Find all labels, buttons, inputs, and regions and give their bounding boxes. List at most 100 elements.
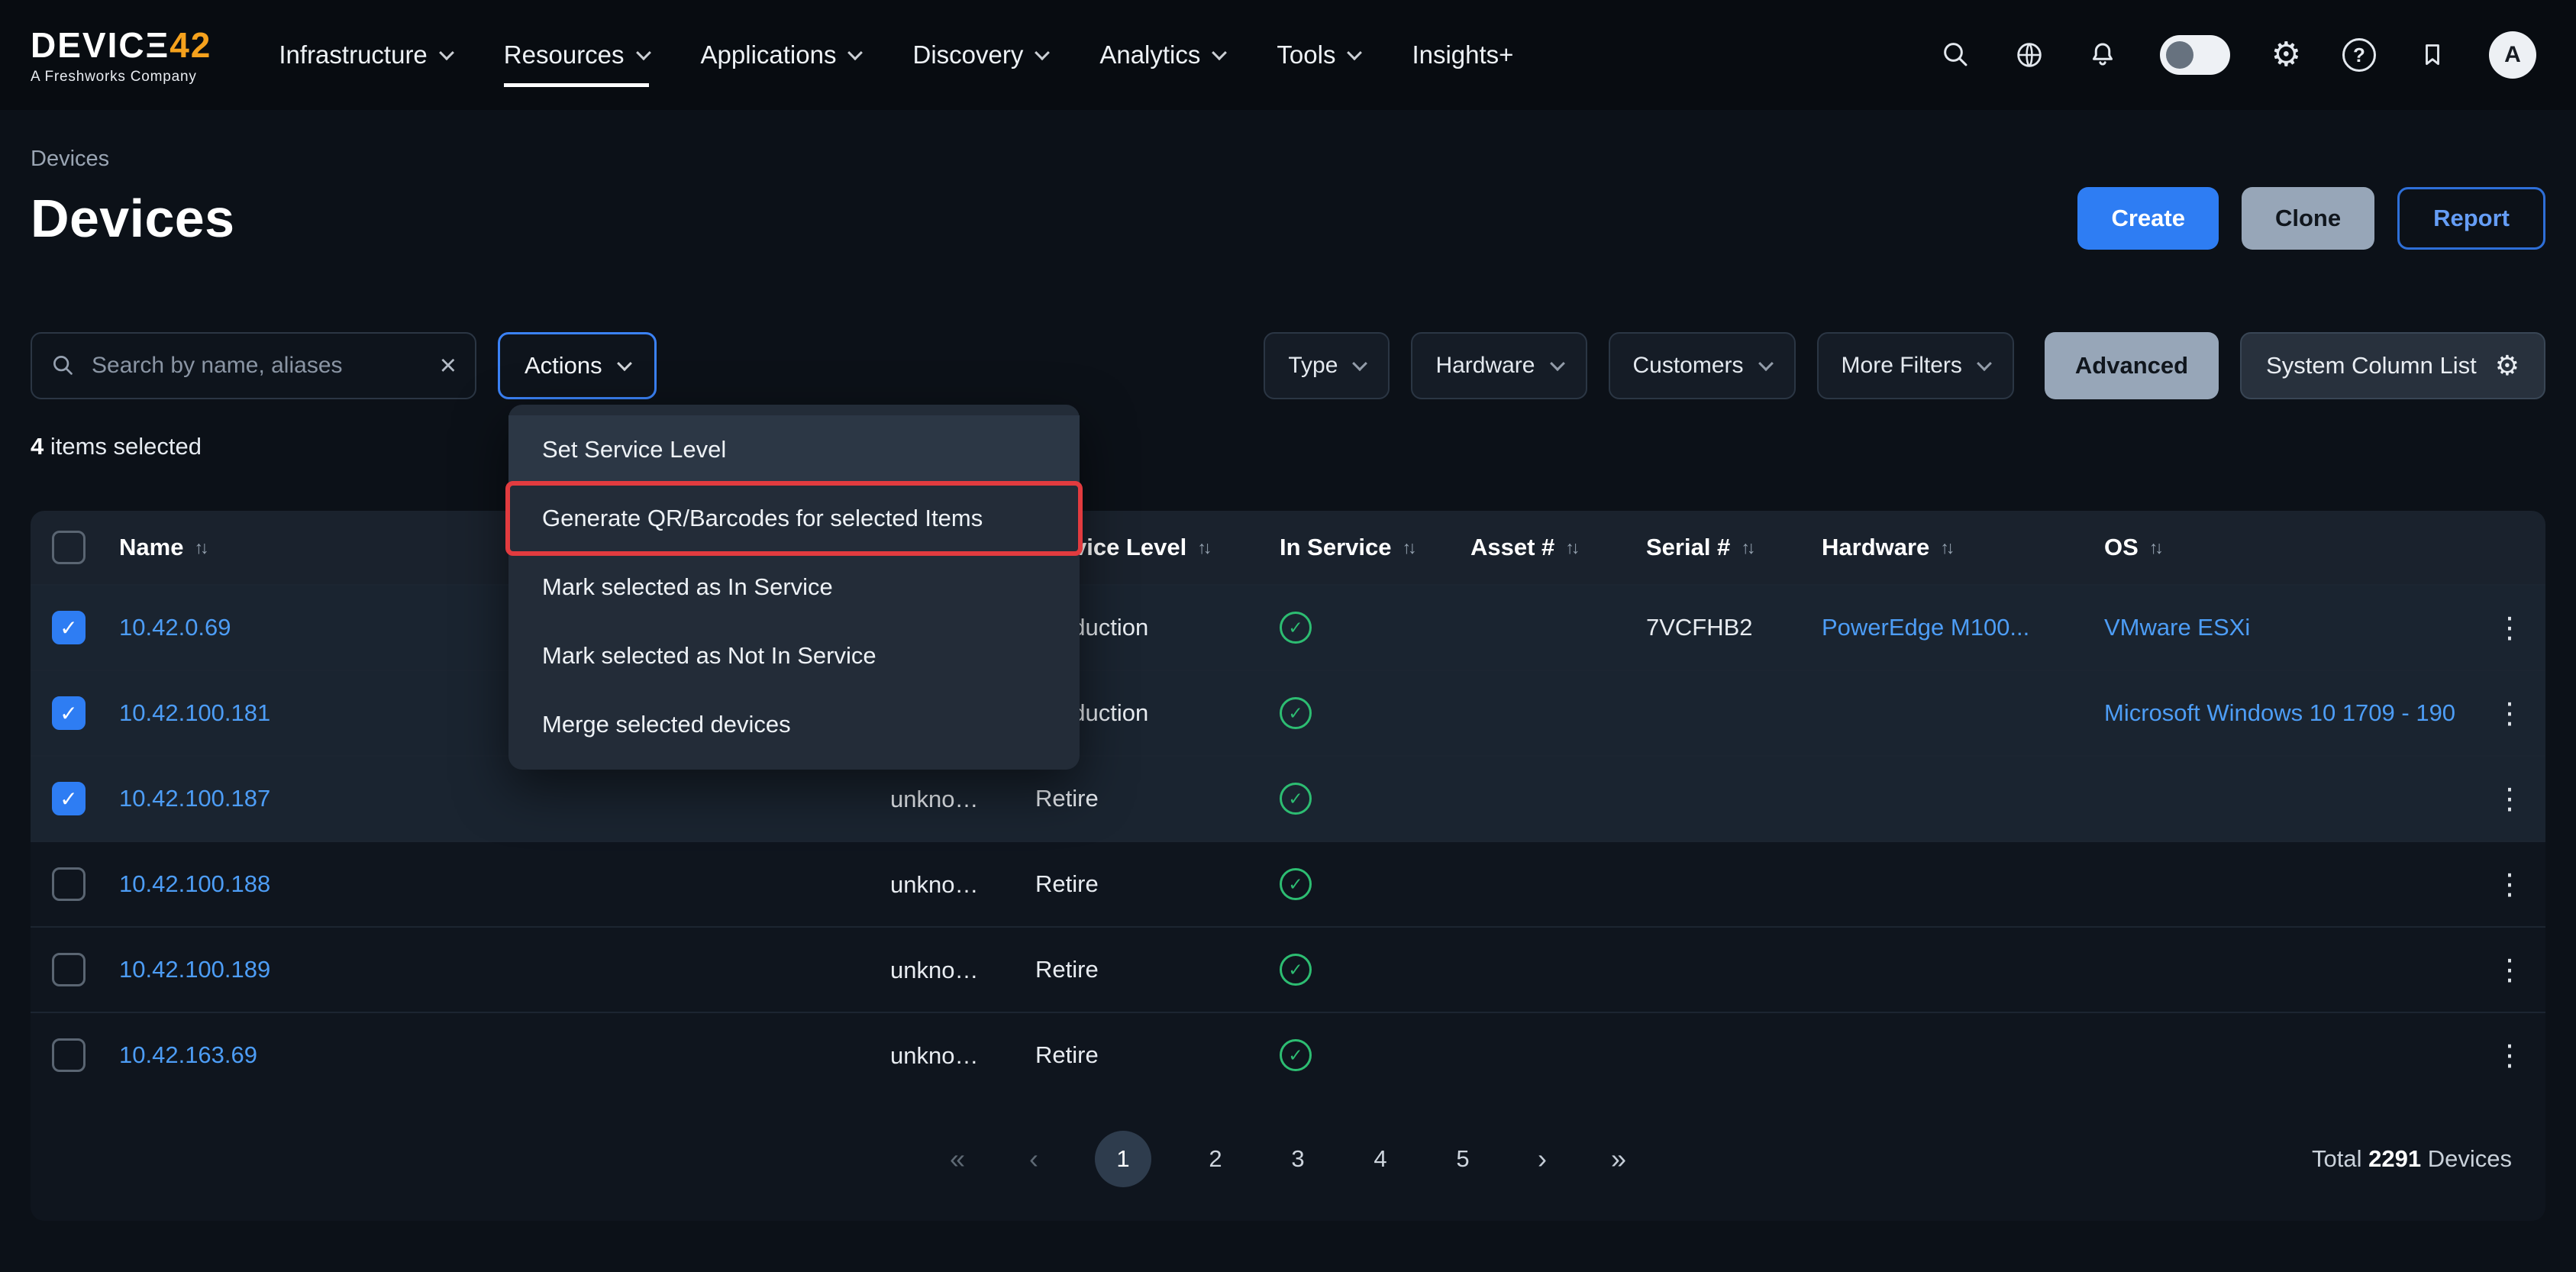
pagination-page-2[interactable]: 2 — [1197, 1145, 1234, 1173]
kebab-menu-icon[interactable]: ⋮ — [2486, 867, 2533, 902]
column-header-os[interactable]: OS↑↓ — [2092, 511, 2474, 584]
page-title: Devices — [31, 188, 234, 249]
device-name-link[interactable]: 10.42.163.69 — [119, 1041, 257, 1069]
system-column-list-button[interactable]: System Column List ⚙ — [2240, 332, 2545, 399]
globe-icon[interactable] — [2013, 39, 2045, 71]
nav-item-tools[interactable]: Tools — [1277, 0, 1360, 110]
row-checkbox[interactable]: ✓ — [52, 611, 86, 644]
kebab-menu-icon[interactable]: ⋮ — [2486, 782, 2533, 816]
nav-item-discovery[interactable]: Discovery — [912, 0, 1048, 110]
in-service-check-icon: ✓ — [1280, 954, 1312, 986]
pagination-last[interactable]: » — [1603, 1143, 1634, 1175]
hardware-link[interactable]: PowerEdge M100... — [1822, 614, 2029, 641]
device-name-link[interactable]: 10.42.100.189 — [119, 956, 270, 983]
breadcrumb[interactable]: Devices — [31, 147, 2545, 172]
header-checkbox-cell — [31, 511, 107, 584]
bookmark-icon[interactable] — [2417, 40, 2448, 70]
chevron-down-icon — [848, 45, 864, 60]
device-name-link[interactable]: 10.42.100.188 — [119, 870, 270, 898]
column-header-hardware[interactable]: Hardware↑↓ — [1809, 511, 2092, 584]
search-input[interactable] — [92, 353, 424, 379]
theme-toggle[interactable] — [2160, 35, 2230, 75]
pagination-next[interactable]: › — [1527, 1143, 1558, 1175]
nav-item-analytics[interactable]: Analytics — [1099, 0, 1225, 110]
hardware-cell: PowerEdge M100... — [1809, 586, 2092, 670]
table-header-row: Name↑↓Type↑↓Service Level↑↓In Service↑↓A… — [31, 511, 2545, 584]
pagination-prev[interactable]: ‹ — [1018, 1143, 1049, 1175]
kebab-menu-icon[interactable]: ⋮ — [2486, 696, 2533, 731]
notifications-bell-icon[interactable] — [2087, 39, 2119, 71]
device42-logo[interactable]: DEVICΞ42 A Freshworks Company — [31, 24, 211, 86]
help-icon[interactable]: ? — [2342, 38, 2376, 72]
settings-gear-icon[interactable]: ⚙ — [2271, 38, 2301, 72]
select-all-checkbox[interactable] — [52, 531, 86, 564]
create-button[interactable]: Create — [2077, 187, 2219, 250]
pagination-page-3[interactable]: 3 — [1280, 1145, 1316, 1173]
row-checkbox[interactable] — [52, 867, 86, 901]
toggle-knob — [2166, 41, 2193, 69]
user-avatar[interactable]: A — [2489, 31, 2536, 79]
row-checkbox[interactable] — [52, 1038, 86, 1072]
type-cell: unknown — [878, 928, 1023, 1012]
filter-hardware[interactable]: Hardware — [1411, 332, 1587, 399]
name-cell: 10.42.100.188 — [107, 842, 878, 926]
table-row: ✓10.42.100.181Production✓Microsoft Windo… — [31, 670, 2545, 755]
logo-e-glyph: Ξ — [146, 25, 170, 65]
column-header-serial[interactable]: Serial #↑↓ — [1634, 511, 1809, 584]
row-checkbox-cell: ✓ — [31, 757, 107, 841]
pagination-bar: «‹12345›» Total 2291 Devices — [31, 1097, 2545, 1221]
pagination-page-4[interactable]: 4 — [1362, 1145, 1399, 1173]
menu-item-mark-selected-as-in-service[interactable]: Mark selected as In Service — [508, 553, 1080, 621]
filter-type[interactable]: Type — [1264, 332, 1390, 399]
row-checkbox[interactable] — [52, 953, 86, 986]
nav-item-infrastructure[interactable]: Infrastructure — [279, 0, 451, 110]
in-service-cell: ✓ — [1267, 842, 1458, 926]
logo-tagline: A Freshworks Company — [31, 69, 211, 86]
advanced-button[interactable]: Advanced — [2045, 332, 2219, 399]
chevron-down-icon — [1550, 356, 1565, 371]
row-checkbox[interactable]: ✓ — [52, 782, 86, 815]
kebab-menu-icon[interactable]: ⋮ — [2486, 953, 2533, 987]
column-label: Name — [119, 534, 183, 561]
pagination-first[interactable]: « — [942, 1143, 973, 1175]
kebab-menu-icon[interactable]: ⋮ — [2486, 611, 2533, 645]
menu-item-mark-selected-as-not-in-service[interactable]: Mark selected as Not In Service — [508, 621, 1080, 690]
pagination-page-5[interactable]: 5 — [1445, 1145, 1481, 1173]
clear-search-icon[interactable]: × — [440, 351, 457, 380]
row-actions-cell: ⋮ — [2474, 842, 2545, 926]
row-actions-cell: ⋮ — [2474, 928, 2545, 1012]
kebab-menu-icon[interactable]: ⋮ — [2486, 1038, 2533, 1073]
menu-item-merge-selected-devices[interactable]: Merge selected devices — [508, 690, 1080, 759]
menu-item-generate-qr-barcodes-for-selected-items[interactable]: Generate QR/Barcodes for selected Items — [508, 484, 1080, 553]
chevron-down-icon — [1212, 45, 1228, 60]
asset-cell — [1458, 928, 1634, 1012]
column-header-in-service[interactable]: In Service↑↓ — [1267, 511, 1458, 584]
device-name-link[interactable]: 10.42.0.69 — [119, 614, 231, 641]
report-button[interactable]: Report — [2397, 187, 2545, 250]
device-name-link[interactable]: 10.42.100.181 — [119, 699, 270, 727]
nav-item-applications[interactable]: Applications — [701, 0, 861, 110]
nav-item-resources[interactable]: Resources — [504, 0, 649, 110]
header-actions-cell — [2474, 511, 2545, 584]
row-checkbox[interactable]: ✓ — [52, 696, 86, 730]
service-level-cell: Retire — [1023, 842, 1267, 926]
menu-item-label: Mark selected as Not In Service — [542, 642, 876, 670]
actions-dropdown-button[interactable]: Actions — [498, 332, 657, 399]
sort-icon: ↑↓ — [1402, 538, 1413, 558]
column-header-asset[interactable]: Asset #↑↓ — [1458, 511, 1634, 584]
clone-button[interactable]: Clone — [2242, 187, 2374, 250]
os-cell: Microsoft Windows 10 1709 - 190 — [2092, 671, 2474, 755]
filter-customers[interactable]: Customers — [1609, 332, 1796, 399]
filter-more-filters[interactable]: More Filters — [1817, 332, 2014, 399]
menu-item-set-service-level[interactable]: Set Service Level — [508, 415, 1080, 484]
column-label: OS — [2104, 534, 2139, 561]
search-icon[interactable] — [1940, 39, 1972, 71]
os-link[interactable]: VMware ESXi — [2104, 614, 2250, 641]
os-link[interactable]: Microsoft Windows 10 1709 - 190 — [2104, 699, 2455, 727]
in-service-check-icon: ✓ — [1280, 697, 1312, 729]
in-service-cell: ✓ — [1267, 757, 1458, 841]
device-name-link[interactable]: 10.42.100.187 — [119, 785, 270, 812]
pagination-page-1[interactable]: 1 — [1095, 1131, 1151, 1187]
nav-item-insights[interactable]: Insights+ — [1412, 0, 1513, 110]
table-row: 10.42.100.188unknownRetire✓⋮ — [31, 841, 2545, 926]
